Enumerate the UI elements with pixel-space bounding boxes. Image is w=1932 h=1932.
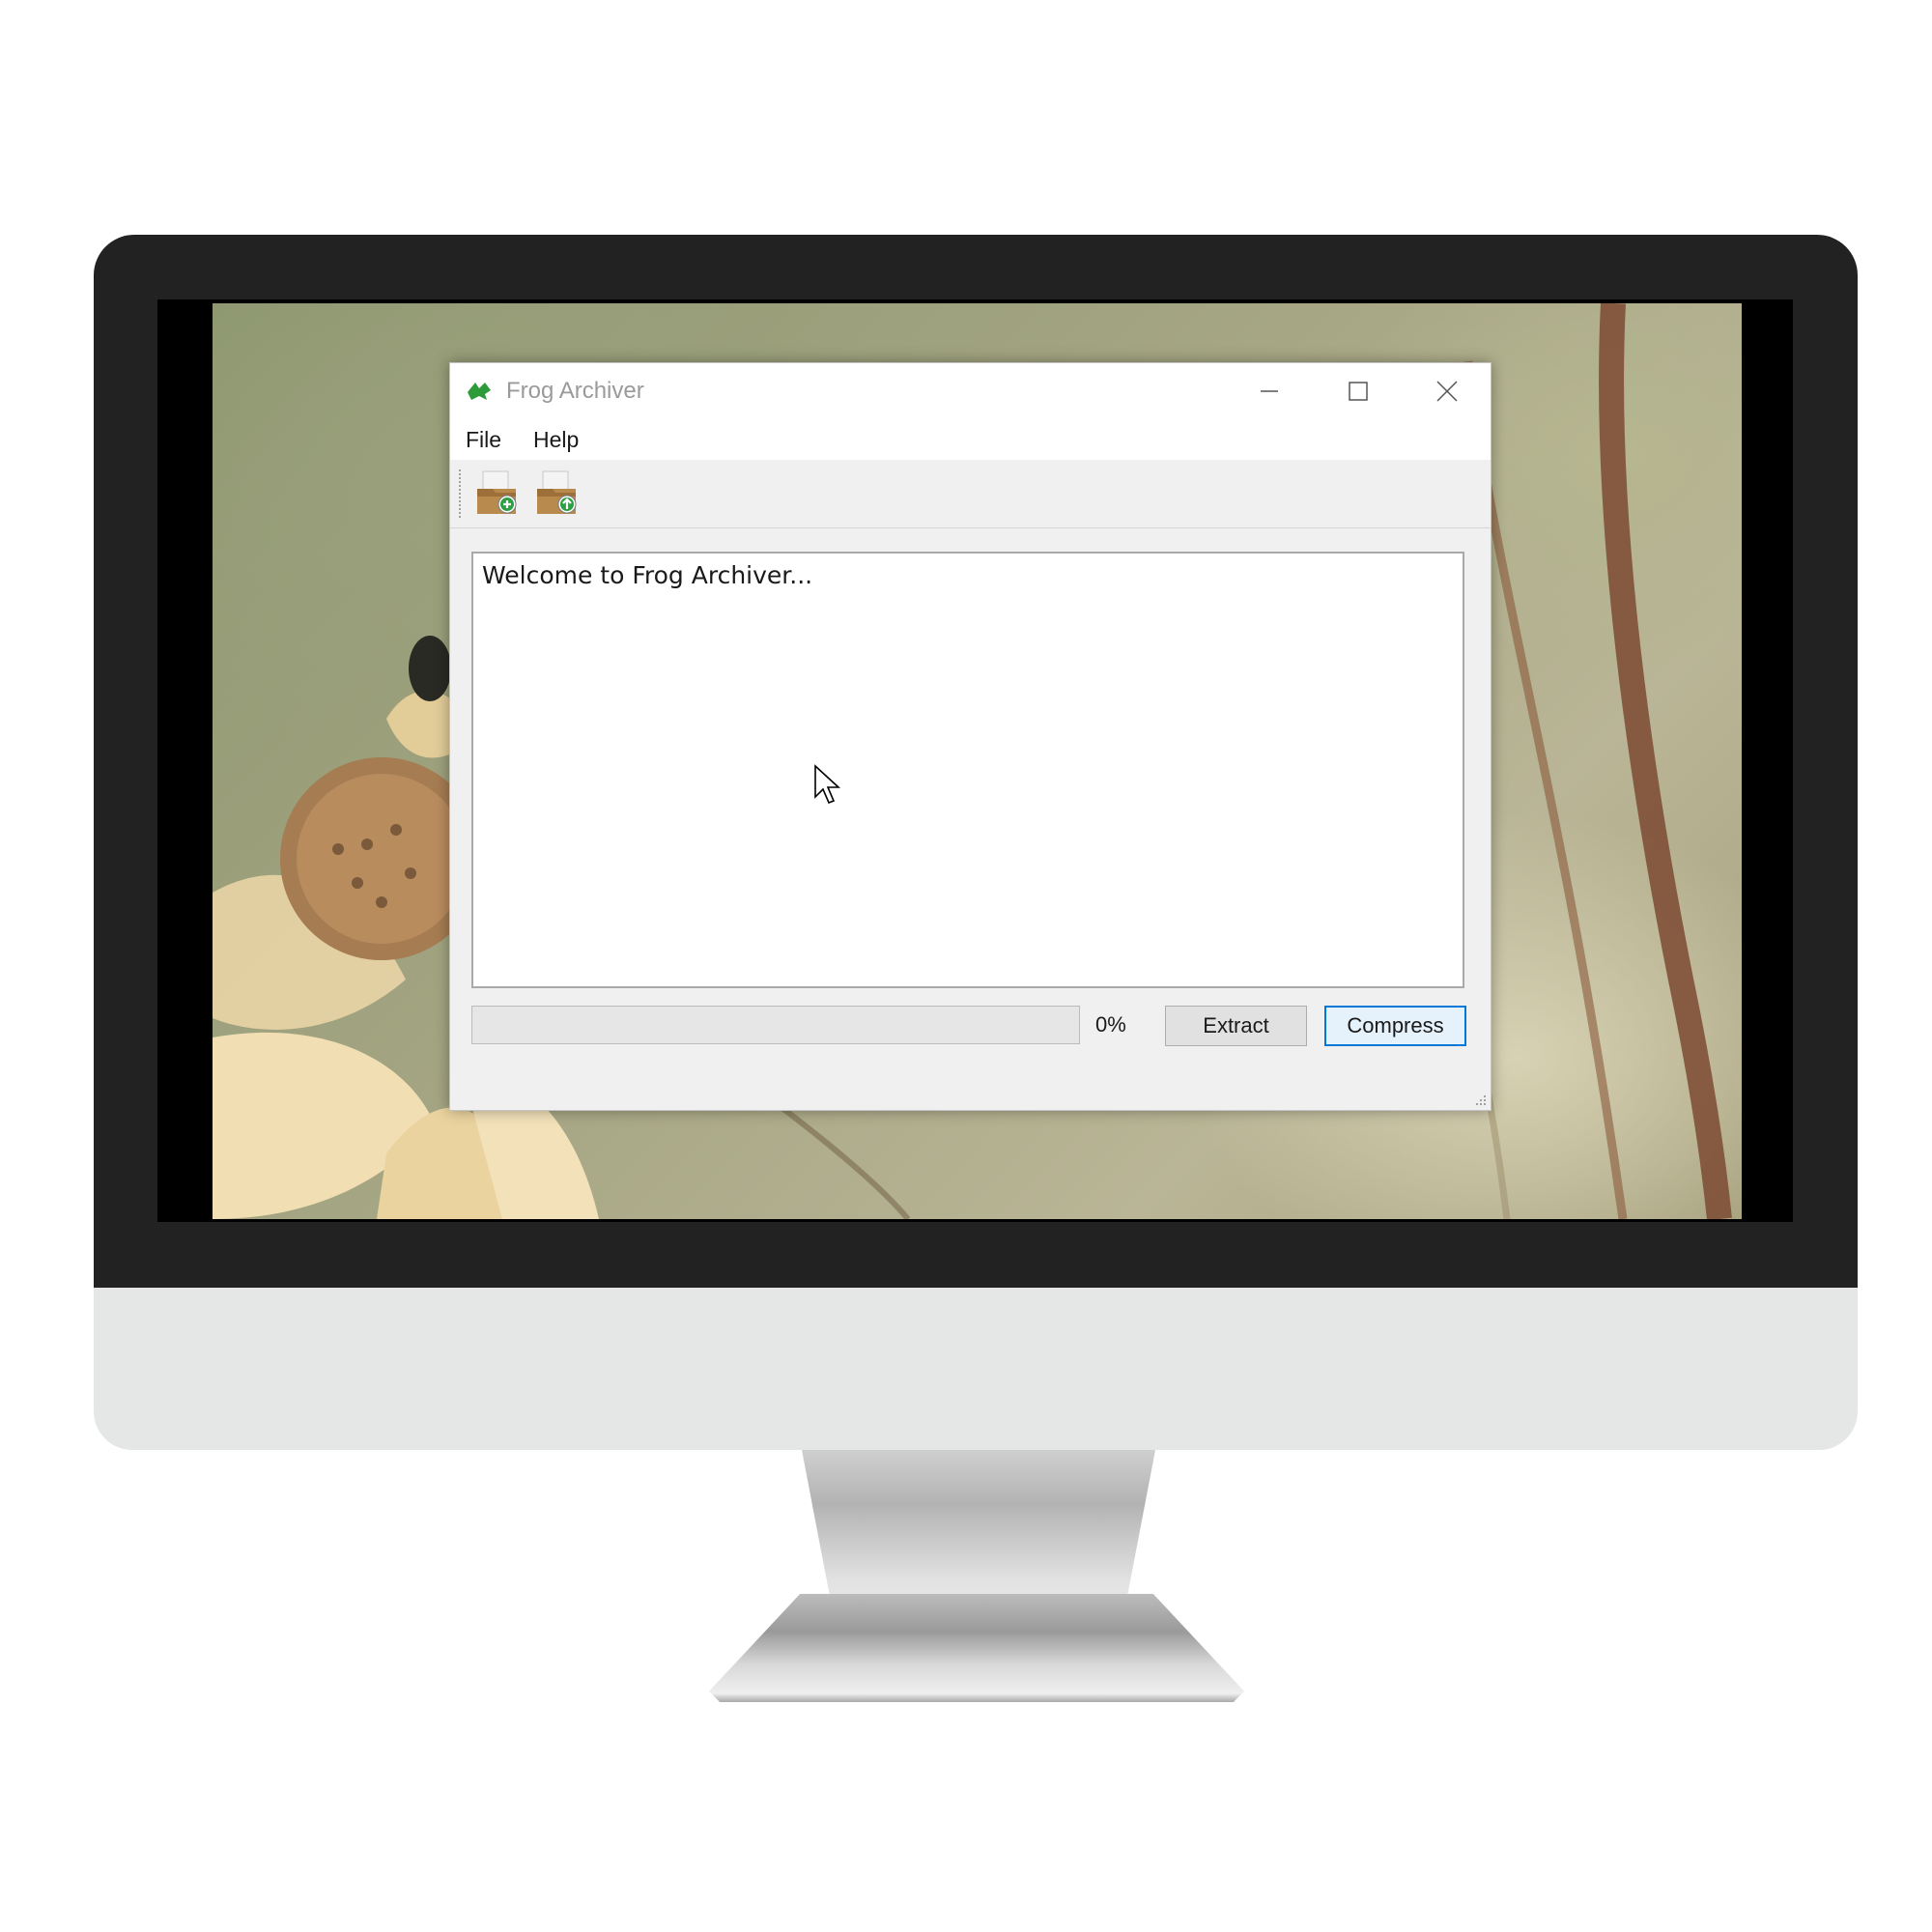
mouse-cursor-icon: [814, 764, 841, 805]
menu-file[interactable]: File: [462, 425, 505, 455]
log-output[interactable]: Welcome to Frog Archiver...: [471, 552, 1464, 988]
maximize-icon: [1349, 382, 1368, 401]
minimize-icon: [1261, 390, 1278, 392]
menu-bar: File Help: [450, 419, 1491, 460]
add-to-archive-button[interactable]: [473, 469, 522, 518]
extract-archive-button[interactable]: [533, 469, 582, 518]
monitor-stand-base: [709, 1594, 1244, 1702]
maximize-button[interactable]: [1314, 363, 1403, 419]
archive-add-icon: [477, 470, 517, 514]
log-text: Welcome to Frog Archiver...: [482, 561, 813, 589]
resize-grip-icon[interactable]: [1472, 1092, 1488, 1107]
menu-help[interactable]: Help: [529, 425, 582, 455]
toolbar: [450, 460, 1491, 528]
toolbar-grip[interactable]: [459, 469, 461, 518]
minimize-button[interactable]: [1225, 363, 1314, 419]
frog-app-icon: [468, 383, 491, 400]
title-bar[interactable]: Frog Archiver: [450, 363, 1491, 419]
progress-bar: [471, 1006, 1080, 1044]
progress-percent: 0%: [1095, 1012, 1126, 1037]
close-button[interactable]: [1403, 363, 1492, 419]
window-title: Frog Archiver: [506, 378, 644, 404]
frog-archiver-window: Frog Archiver File Help Welcome to Frog …: [449, 362, 1492, 1111]
close-icon: [1436, 381, 1458, 402]
compress-button[interactable]: Compress: [1324, 1006, 1466, 1046]
extract-button[interactable]: Extract: [1165, 1006, 1307, 1046]
archive-extract-icon: [537, 470, 577, 514]
monitor-chin: [94, 1288, 1858, 1450]
